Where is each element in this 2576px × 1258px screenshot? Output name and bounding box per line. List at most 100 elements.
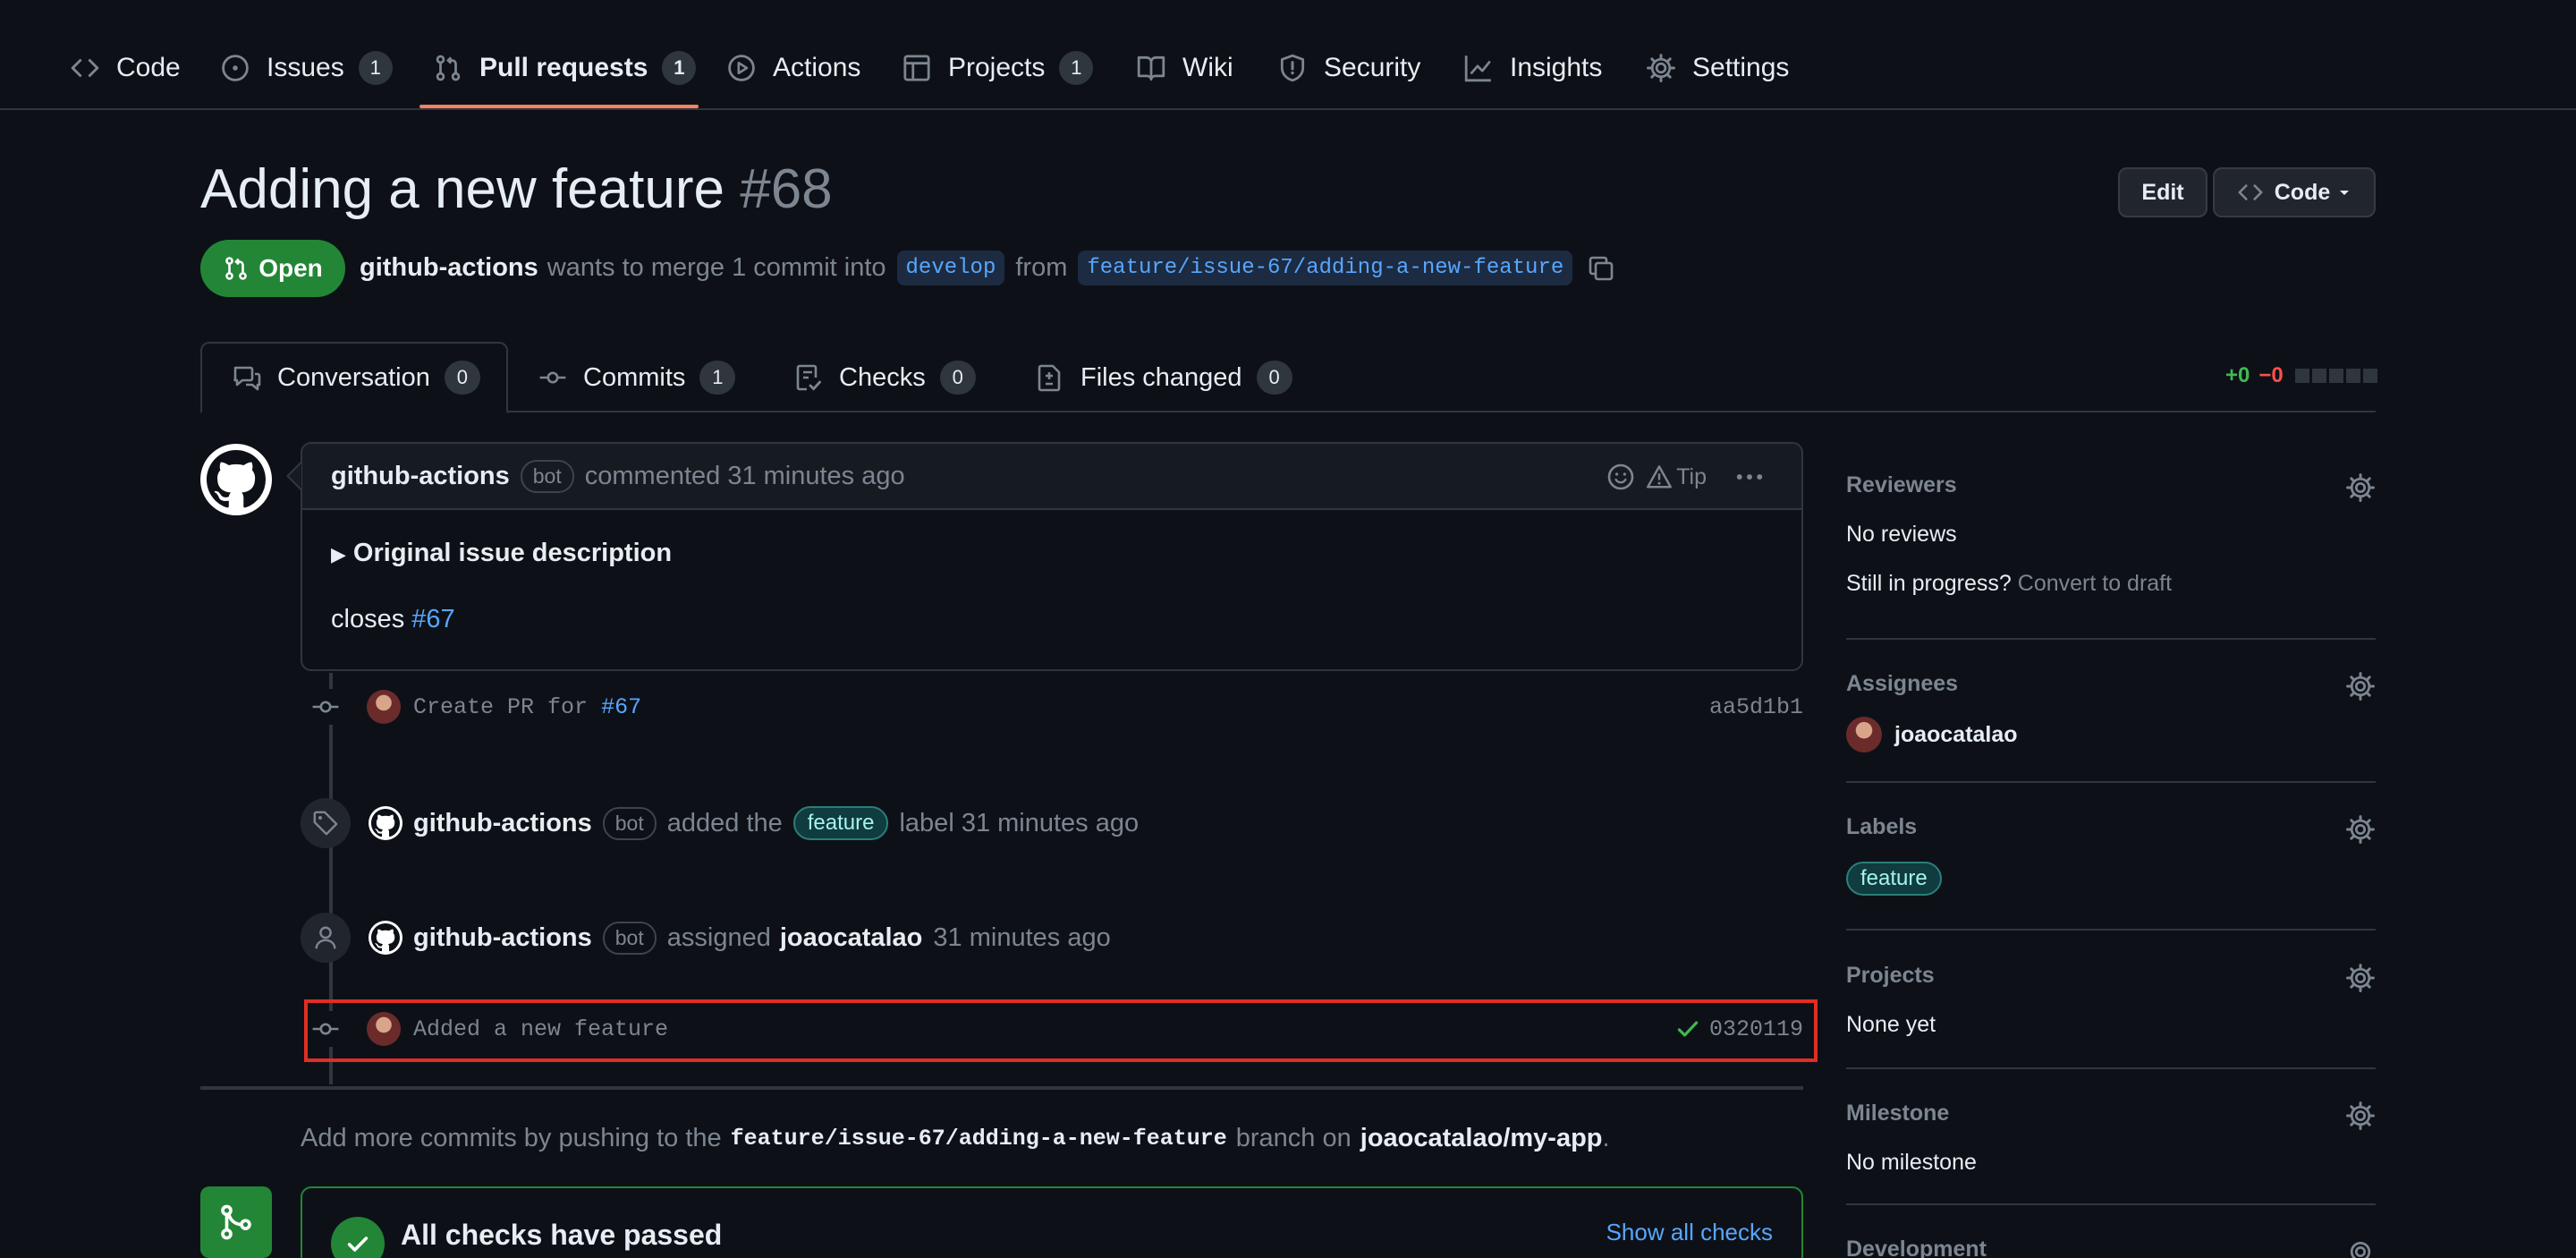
development-title[interactable]: Development <box>1846 1237 2376 1258</box>
show-all-checks-link[interactable]: Show all checks <box>1606 1219 1773 1246</box>
avatar <box>1846 717 1882 752</box>
details-summary[interactable]: ▶ Original issue description <box>331 539 672 568</box>
summary-text: Original issue description <box>352 539 673 567</box>
nav-wiki[interactable]: Wiki <box>1136 39 1233 97</box>
labels-list: feature <box>1846 862 2376 896</box>
reviewers-value: No reviews <box>1846 522 1957 547</box>
pr-number: #68 <box>740 158 833 220</box>
diff-block <box>2294 369 2309 383</box>
person-icon <box>301 913 351 963</box>
diff-block <box>2311 369 2326 383</box>
nav-settings[interactable]: Settings <box>1646 39 1789 97</box>
timeline-assign-event: github-actions bot assigned joaocatalao … <box>301 911 1803 965</box>
event-timestamp[interactable]: 31 minutes ago <box>933 923 1110 953</box>
bot-badge: bot <box>602 806 657 840</box>
play-icon <box>726 53 773 83</box>
tab-checks[interactable]: Checks 0 <box>794 342 976 413</box>
nav-projects[interactable]: Projects 1 <box>902 39 1094 97</box>
copy-icon[interactable] <box>1587 254 1615 283</box>
check-circle-icon <box>331 1217 385 1258</box>
git-commit-icon <box>301 689 351 725</box>
assignees-title[interactable]: Assignees <box>1846 671 2376 697</box>
nav-issues[interactable]: Issues 1 <box>220 39 393 97</box>
event-author-link[interactable]: github-actions <box>413 923 592 953</box>
nav-pull-requests-label: Pull requests <box>479 53 648 82</box>
closes-text: closes <box>331 605 405 633</box>
nav-insights[interactable]: Insights <box>1463 39 1602 97</box>
nav-security[interactable]: Security <box>1277 39 1420 97</box>
edit-button[interactable]: Edit <box>2118 167 2207 217</box>
smiley-icon[interactable] <box>1606 463 1635 491</box>
repo-link[interactable]: joaocatalao/my-app <box>1360 1124 1603 1153</box>
github-actions-avatar[interactable] <box>200 444 272 515</box>
gear-icon[interactable] <box>2345 671 2376 701</box>
avatar[interactable] <box>367 690 401 724</box>
sidebar-divider <box>1846 929 2376 931</box>
gear-icon[interactable] <box>2345 1101 2376 1131</box>
commit-issue-link[interactable]: #67 <box>601 694 641 720</box>
merge-text: wants to merge 1 commit into <box>547 253 886 282</box>
tip-link[interactable]: Tip <box>1676 464 1707 490</box>
projects-title[interactable]: Projects <box>1846 963 2376 989</box>
pr-description-comment: github-actions bot commented 31 minutes … <box>301 442 1803 671</box>
code-dropdown-button[interactable]: Code <box>2213 167 2376 217</box>
diff-deletions: −0 <box>2258 363 2284 387</box>
issue-link[interactable]: #67 <box>411 605 454 633</box>
commit-sha[interactable]: aa5d1b1 <box>1709 694 1803 720</box>
issues-count: 1 <box>358 51 393 85</box>
reviewers-title[interactable]: Reviewers <box>1846 472 2376 498</box>
labels-title[interactable]: Labels <box>1846 814 2376 840</box>
repo-nav: Code Issues 1 Pull requests 1 Actions Pr… <box>0 0 2576 110</box>
event-author-link[interactable]: github-actions <box>413 809 592 838</box>
feature-label[interactable]: feature <box>1846 862 1942 896</box>
nav-insights-label: Insights <box>1510 53 1603 82</box>
bot-badge: bot <box>520 459 574 493</box>
checks-status-title: All checks have passed <box>401 1219 723 1251</box>
event-text: assigned <box>666 922 771 952</box>
checklist-icon <box>794 363 839 392</box>
tab-conversation[interactable]: Conversation 0 <box>200 342 508 413</box>
tab-checks-label: Checks <box>839 362 926 392</box>
base-branch[interactable]: develop <box>896 251 1005 285</box>
gear-icon[interactable] <box>2345 1237 2376 1258</box>
commit-message[interactable]: Create PR for #67 <box>413 694 641 720</box>
push-hint-middle: branch on <box>1235 1124 1352 1152</box>
push-hint-branch: feature/issue-67/adding-a-new-feature <box>730 1126 1227 1152</box>
nav-code[interactable]: Code <box>70 39 181 97</box>
github-logo-icon[interactable] <box>369 806 402 840</box>
tag-icon <box>301 798 351 848</box>
feature-label[interactable]: feature <box>792 806 889 840</box>
pull-request-icon <box>433 53 479 83</box>
gear-icon[interactable] <box>2345 472 2376 503</box>
nav-pull-requests[interactable]: Pull requests 1 <box>433 39 697 97</box>
comment-timestamp[interactable]: commented 31 minutes ago <box>585 462 905 491</box>
nav-wiki-label: Wiki <box>1182 53 1233 82</box>
diff-additions: +0 <box>2225 363 2250 387</box>
projects-value: None yet <box>1846 1012 1936 1037</box>
assignee-row[interactable]: joaocatalao <box>1846 717 2376 752</box>
in-progress-text: Still in progress? <box>1846 571 2012 596</box>
milestone-title[interactable]: Milestone <box>1846 1101 2376 1126</box>
assigned-user-link[interactable]: joaocatalao <box>780 923 923 953</box>
gear-icon[interactable] <box>2345 814 2376 845</box>
tab-files-changed[interactable]: Files changed 0 <box>1036 342 1292 413</box>
edit-button-label: Edit <box>2141 179 2184 205</box>
pr-author-link[interactable]: github-actions <box>360 253 538 283</box>
event-timestamp[interactable]: label 31 minutes ago <box>899 809 1139 838</box>
nav-code-label: Code <box>116 53 181 82</box>
conversation-count: 0 <box>444 361 480 395</box>
comment-author-link[interactable]: github-actions <box>331 462 510 491</box>
github-logo-icon[interactable] <box>369 921 402 955</box>
draft-row: Still in progress? Convert to draft <box>1846 571 2376 597</box>
nav-actions[interactable]: Actions <box>726 39 860 97</box>
nav-issues-label: Issues <box>267 53 344 82</box>
head-branch[interactable]: feature/issue-67/adding-a-new-feature <box>1078 251 1573 285</box>
gear-icon[interactable] <box>2345 963 2376 993</box>
convert-to-draft-link[interactable]: Convert to draft <box>2018 571 2172 596</box>
sidebar-labels: Labels feature <box>1846 814 2376 896</box>
milestone-value: No milestone <box>1846 1150 1977 1175</box>
pull-requests-count: 1 <box>662 51 697 85</box>
kebab-horizontal-icon[interactable] <box>1733 461 1766 493</box>
tab-commits[interactable]: Commits 1 <box>538 342 736 413</box>
pull-request-icon <box>223 255 258 282</box>
